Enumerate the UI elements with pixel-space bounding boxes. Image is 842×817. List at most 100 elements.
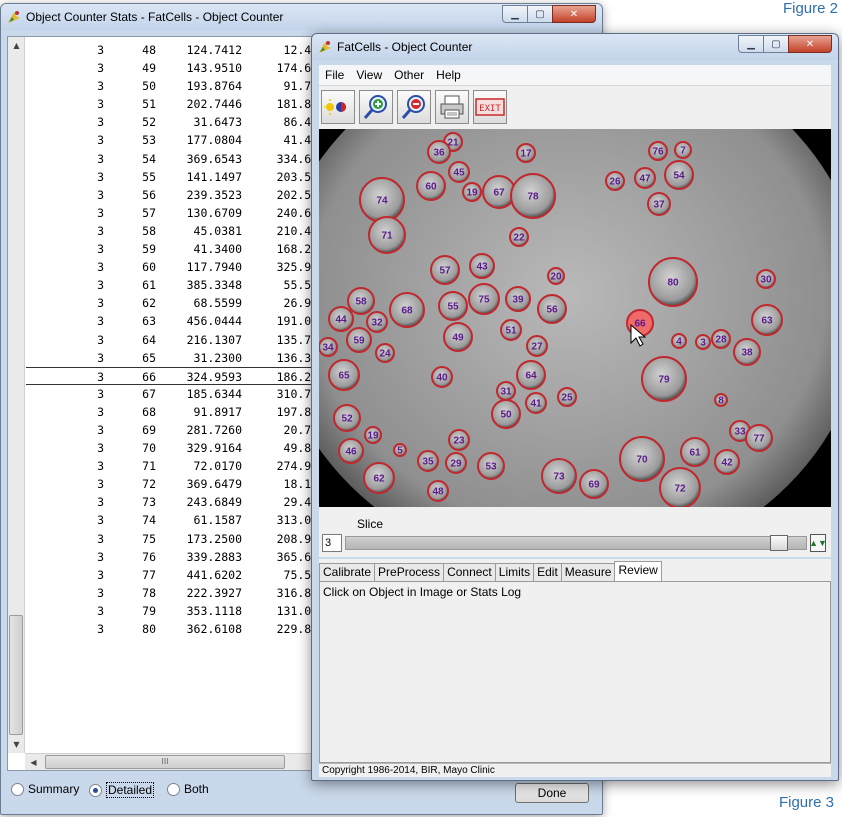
menu-view[interactable]: View (356, 68, 382, 82)
slice-cell: 3 (97, 622, 104, 636)
zoom-out-button[interactable] (397, 90, 431, 124)
object-id-cell: 59 (142, 242, 156, 257)
tab-bar: Calibrate PreProcess Connect Limits Edit Meas… (319, 559, 831, 581)
slice-cell: 3 (97, 205, 104, 220)
done-button[interactable]: Done (515, 783, 589, 803)
x-cell: 239.3523 (186, 187, 242, 202)
cell-label: 38 (741, 348, 753, 359)
cell-label: 77 (753, 434, 765, 445)
close-button[interactable]: ✕ (788, 35, 832, 53)
radio-both[interactable]: Both (167, 782, 209, 796)
x-cell: 124.7412 (186, 43, 242, 57)
figure-2-label: Figure 2 (782, 0, 838, 17)
x-cell: 91.8917 (193, 404, 242, 419)
x-cell: 324.9593 (186, 369, 242, 384)
menu-file[interactable]: File (325, 68, 344, 82)
tab-edit[interactable]: Edit (533, 563, 562, 581)
slice-cell: 3 (97, 43, 104, 57)
stats-title-bar[interactable]: Object Counter Stats - FatCells - Object… (1, 4, 602, 30)
slice-cell: 3 (97, 133, 104, 148)
color-toggle-button[interactable] (321, 90, 355, 124)
slice-cell: 3 (97, 350, 104, 365)
exit-button[interactable]: EXIT (473, 90, 507, 124)
object-id-cell: 52 (142, 115, 156, 130)
cell-label: 8 (718, 396, 724, 407)
horizontal-scroll-thumb[interactable]: III (45, 755, 285, 769)
cell-label: 32 (371, 318, 383, 329)
cell-label: 66 (634, 319, 646, 330)
fatcells-title-bar[interactable]: FatCells - Object Counter ▁ ▢ ✕ (312, 34, 838, 60)
cell-label: 67 (493, 188, 505, 199)
x-cell: 41.3400 (193, 242, 242, 257)
tab-connect[interactable]: Connect (443, 563, 496, 581)
object-id-cell: 60 (142, 260, 156, 275)
radio-summary[interactable]: Summary (11, 782, 79, 796)
tab-limits[interactable]: Limits (494, 563, 535, 581)
microscopy-image[interactable]: 21 36 17 45 60 19 67 78 74 71 22 57 43 20 80 58 44 32 68 55… (319, 129, 831, 507)
cell-label: 68 (401, 306, 413, 317)
maximize-icon: ▢ (535, 8, 545, 20)
menu-help[interactable]: Help (436, 68, 461, 82)
cell-label: 57 (439, 266, 451, 277)
tab-preprocess[interactable]: PreProcess (374, 563, 445, 581)
radio-detailed[interactable]: Detailed (89, 782, 155, 798)
zoom-in-button[interactable] (359, 90, 393, 124)
cell-label: 55 (447, 302, 459, 313)
tab-review[interactable]: Review (614, 561, 662, 581)
object-id-cell: 66 (142, 369, 156, 384)
slice-label: Slice (357, 517, 384, 531)
x-cell: 369.6479 (186, 477, 242, 492)
slice-spinner[interactable]: ▲▼ (809, 534, 827, 552)
minimize-button[interactable]: ▁ (502, 5, 528, 23)
slice-cell: 3 (97, 260, 104, 275)
x-cell: 130.6709 (186, 205, 242, 220)
slice-slider-thumb[interactable] (770, 535, 788, 551)
scroll-down-icon[interactable]: ▼ (8, 736, 25, 753)
scroll-up-icon[interactable]: ▲ (8, 37, 25, 54)
radio-summary-dot[interactable] (11, 782, 24, 796)
slice-value-field[interactable]: 3 (322, 534, 342, 552)
slice-cell: 3 (97, 404, 104, 419)
cell-label: 29 (450, 459, 462, 470)
cell-label: 49 (452, 333, 464, 344)
vertical-scrollbar[interactable]: ▲ ▼ (8, 37, 25, 753)
cell-label: 79 (658, 375, 670, 386)
object-id-cell: 53 (142, 133, 156, 148)
cell-label: 73 (553, 472, 565, 483)
x-cell: 61.1587 (193, 513, 242, 528)
radio-detailed-dot[interactable] (89, 783, 102, 797)
x-cell: 385.3348 (186, 278, 242, 293)
maximize-button[interactable]: ▢ (527, 5, 553, 23)
x-cell: 45.0381 (193, 223, 242, 238)
fatcells-window-controls: ▁ ▢ ✕ (738, 35, 832, 53)
slice-cell: 3 (97, 223, 104, 238)
radio-both-dot[interactable] (167, 782, 180, 796)
scroll-left-icon[interactable]: ◀ (25, 754, 42, 770)
tab-calibrate[interactable]: Calibrate (319, 563, 376, 581)
cell-label: 41 (530, 399, 542, 410)
cell-label: 7 (680, 146, 686, 157)
slice-cell: 3 (97, 314, 104, 329)
x-cell: 281.7260 (186, 422, 242, 437)
object-id-cell: 62 (142, 296, 156, 311)
vertical-scroll-thumb[interactable] (9, 615, 23, 735)
cell-label: 26 (609, 177, 621, 188)
slice-cell: 3 (97, 531, 104, 546)
menu-other[interactable]: Other (394, 68, 424, 82)
object-id-cell: 75 (142, 531, 156, 546)
slice-slider[interactable] (345, 535, 807, 551)
cells-canvas[interactable]: 2136 17456019 67 787471 2257 4320805844 3268 55… (319, 129, 831, 507)
object-id-cell: 57 (142, 205, 156, 220)
cell-label: 37 (653, 200, 665, 211)
minimize-icon: ▁ (511, 8, 519, 20)
slice-cell: 3 (97, 61, 104, 76)
print-button[interactable] (435, 90, 469, 124)
maximize-button[interactable]: ▢ (763, 35, 789, 53)
figure-3-label: Figure 3 (778, 794, 834, 811)
x-cell: 441.6202 (186, 567, 242, 582)
tab-measure[interactable]: Measure (560, 563, 616, 581)
minimize-button[interactable]: ▁ (738, 35, 764, 53)
cell-label: 54 (673, 171, 685, 182)
close-button[interactable]: ✕ (552, 5, 596, 23)
app-icon (8, 11, 20, 23)
